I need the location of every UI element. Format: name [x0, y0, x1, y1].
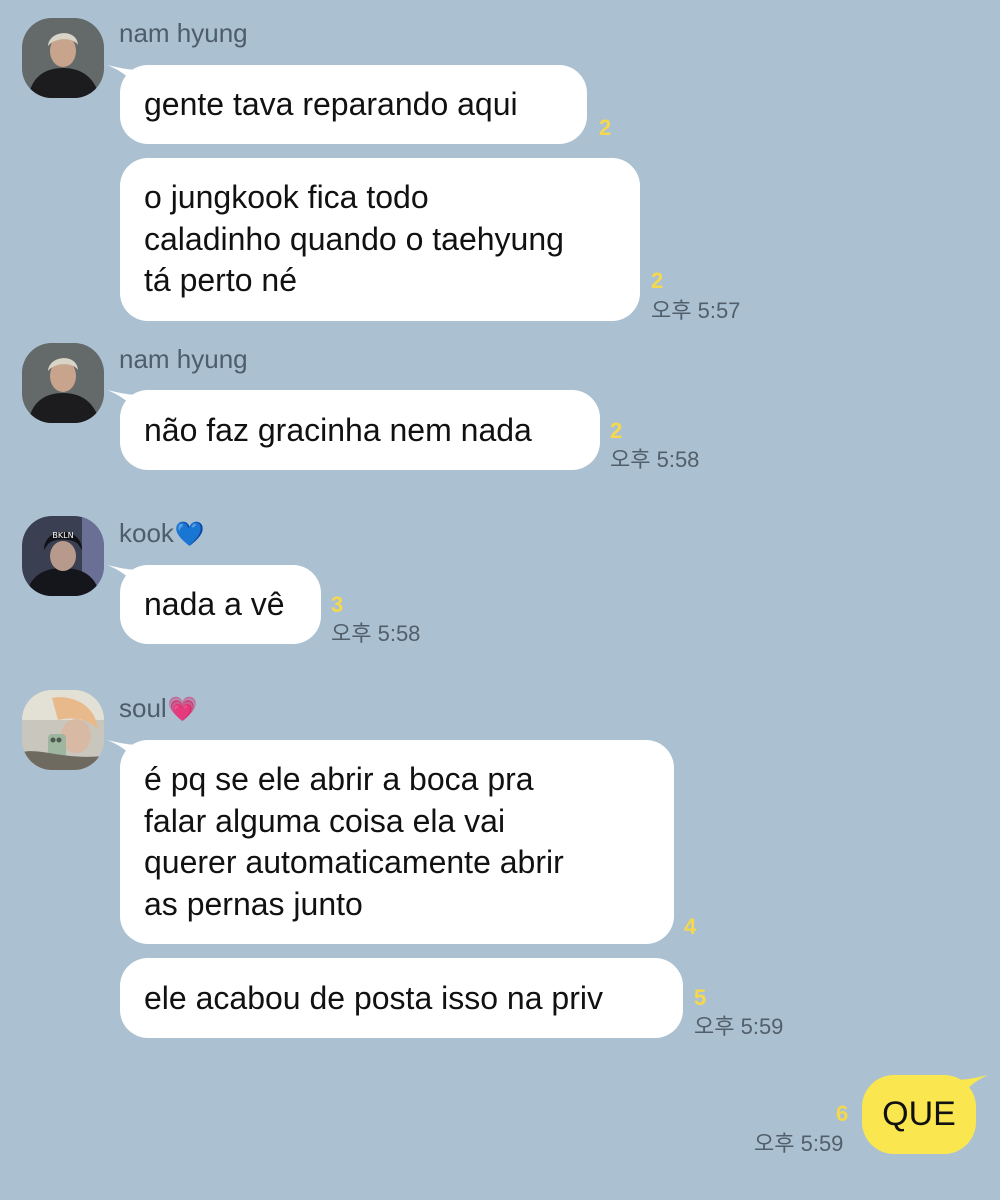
sender-name: kook💙	[119, 520, 205, 547]
sender-name-text: soul	[119, 693, 167, 723]
bubble-tail	[107, 390, 141, 416]
sender-name-text: nam hyung	[119, 18, 248, 48]
avatar-soul[interactable]	[22, 690, 104, 770]
message-text: o jungkook fica todo caladinho quando o …	[144, 179, 564, 298]
sender-name: nam hyung	[119, 346, 248, 372]
message-bubble[interactable]: não faz gracinha nem nada	[107, 390, 600, 470]
sender-name-text: kook	[119, 518, 174, 548]
unread-count: 2	[651, 268, 664, 293]
bubble-tail	[107, 65, 141, 91]
svg-text:BKLN: BKLN	[52, 531, 73, 540]
sender-name-text: nam hyung	[119, 344, 248, 374]
my-message-bubble[interactable]: QUE	[862, 1075, 988, 1154]
message-bubble[interactable]: o jungkook fica todo caladinho quando o …	[120, 158, 640, 321]
unread-count: 3	[331, 592, 344, 617]
unread-count: 4	[684, 914, 697, 939]
timestamp: 오후 5:59	[694, 1014, 784, 1039]
unread-count: 6	[836, 1101, 849, 1126]
message-text: ele acabou de posta isso na priv	[144, 980, 603, 1016]
message-text: nada a vê	[144, 586, 285, 622]
unread-count: 2	[610, 418, 623, 443]
unread-count: 5	[694, 985, 707, 1010]
timestamp: 오후 5:59	[754, 1131, 844, 1156]
message-bubble[interactable]: ele acabou de posta isso na priv	[120, 958, 683, 1038]
avatar-nam-hyung[interactable]	[22, 343, 104, 423]
sender-name: nam hyung	[119, 20, 248, 46]
bubble-tail	[956, 1075, 988, 1101]
blue-heart-icon: 💙	[174, 521, 205, 548]
timestamp: 오후 5:58	[610, 447, 700, 472]
timestamp: 오후 5:57	[651, 298, 741, 323]
message-text: QUE	[882, 1095, 956, 1133]
bubble-tail	[107, 565, 141, 591]
message-text: é pq se ele abrir a boca pra falar algum…	[144, 761, 564, 922]
message-bubble[interactable]: nada a vê	[107, 565, 321, 644]
message-text: gente tava reparando aqui	[144, 86, 518, 122]
avatar-kook[interactable]: BKLN	[22, 516, 104, 596]
message-text: não faz gracinha nem nada	[144, 412, 532, 448]
message-bubble[interactable]: é pq se ele abrir a boca pra falar algum…	[107, 740, 674, 944]
message-bubble[interactable]: gente tava reparando aqui	[107, 65, 587, 144]
sender-name: soul💗	[119, 695, 198, 722]
bubble-tail	[107, 740, 141, 766]
timestamp: 오후 5:58	[331, 621, 421, 646]
unread-count: 2	[599, 115, 612, 140]
pink-heart-icon: 💗	[167, 696, 198, 723]
avatar-nam-hyung[interactable]	[22, 18, 104, 98]
